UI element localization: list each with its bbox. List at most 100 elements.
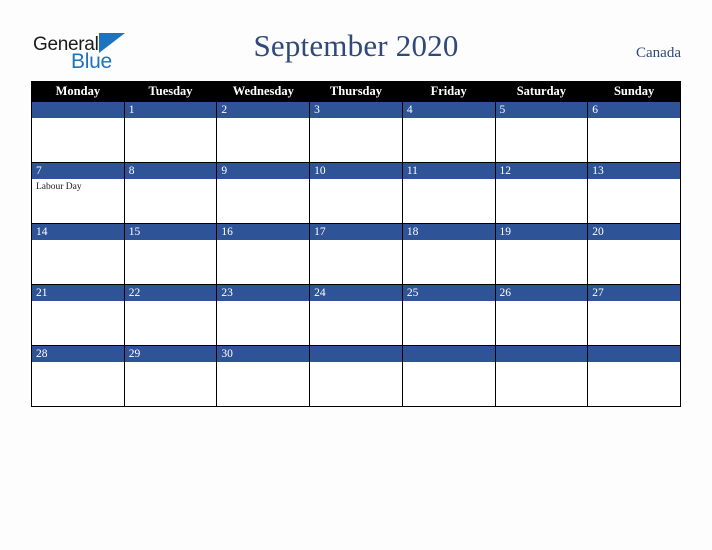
day-cell[interactable]: 14: [31, 223, 125, 285]
day-cell[interactable]: [494, 345, 589, 407]
day-cell[interactable]: 4: [401, 101, 496, 163]
calendar-week-row: 28 29 30: [31, 345, 681, 407]
day-events[interactable]: [403, 179, 495, 223]
day-number: 20: [588, 224, 680, 240]
day-cell[interactable]: 17: [309, 223, 403, 285]
day-cell[interactable]: 10: [309, 162, 403, 224]
day-cell[interactable]: 18: [401, 223, 496, 285]
day-event-label: Labour Day: [36, 182, 82, 192]
day-events[interactable]: [32, 118, 124, 162]
day-events[interactable]: [217, 179, 309, 223]
day-events[interactable]: [310, 301, 402, 345]
day-events[interactable]: [125, 118, 217, 162]
day-cell[interactable]: 11: [401, 162, 496, 224]
weekday-header-sunday: Sunday: [587, 81, 681, 102]
day-cell[interactable]: 24: [309, 284, 403, 346]
day-events[interactable]: [496, 301, 588, 345]
day-cell[interactable]: 1: [123, 101, 218, 163]
day-events[interactable]: [588, 301, 680, 345]
day-events[interactable]: [217, 118, 309, 162]
day-cell[interactable]: 26: [494, 284, 589, 346]
calendar-week-row: 14 15 16 17 18 19 20: [31, 223, 681, 285]
day-cell[interactable]: 9: [216, 162, 311, 224]
day-events[interactable]: [125, 179, 217, 223]
day-cell[interactable]: 7 Labour Day: [31, 162, 125, 224]
day-number: 24: [310, 285, 402, 301]
day-number: 7: [32, 163, 124, 179]
day-number: [495, 346, 588, 362]
day-cell[interactable]: 6: [587, 101, 681, 163]
country-label: Canada: [636, 45, 681, 61]
day-events[interactable]: [125, 362, 217, 406]
day-number: [310, 346, 402, 362]
day-cell[interactable]: 21: [31, 284, 125, 346]
weekday-header-tuesday: Tuesday: [123, 81, 218, 102]
day-events[interactable]: [403, 240, 495, 284]
page-header: General Blue September 2020 Canada: [0, 0, 712, 80]
weekday-header-friday: Friday: [401, 81, 496, 102]
day-cell[interactable]: 15: [123, 223, 218, 285]
day-cell[interactable]: [587, 345, 681, 407]
day-events[interactable]: [125, 240, 217, 284]
day-events[interactable]: Labour Day: [32, 179, 124, 223]
day-number: 8: [124, 163, 217, 179]
day-cell[interactable]: 2: [216, 101, 311, 163]
day-cell[interactable]: 23: [216, 284, 311, 346]
day-number: 14: [32, 224, 124, 240]
day-events[interactable]: [588, 118, 680, 162]
day-events[interactable]: [217, 362, 309, 406]
day-cell[interactable]: 16: [216, 223, 311, 285]
day-events[interactable]: [588, 240, 680, 284]
day-events[interactable]: [217, 301, 309, 345]
day-events[interactable]: [32, 301, 124, 345]
day-number: 3: [310, 102, 402, 118]
day-events[interactable]: [310, 240, 402, 284]
day-cell[interactable]: 27: [587, 284, 681, 346]
day-cell[interactable]: 22: [123, 284, 218, 346]
day-cell[interactable]: [401, 345, 496, 407]
day-number: 13: [588, 163, 680, 179]
day-cell[interactable]: [31, 101, 125, 163]
day-events[interactable]: [32, 240, 124, 284]
calendar-week-row: 21 22 23 24 25 26 27: [31, 284, 681, 346]
weekday-header-saturday: Saturday: [494, 81, 589, 102]
day-events[interactable]: [403, 301, 495, 345]
day-events[interactable]: [496, 179, 588, 223]
day-cell[interactable]: [309, 345, 403, 407]
day-events[interactable]: [403, 362, 495, 406]
day-events[interactable]: [217, 240, 309, 284]
day-events[interactable]: [310, 118, 402, 162]
day-number: 10: [310, 163, 402, 179]
day-cell[interactable]: 3: [309, 101, 403, 163]
day-number: 28: [32, 346, 124, 362]
day-number: [32, 102, 124, 118]
day-events[interactable]: [496, 240, 588, 284]
day-events[interactable]: [496, 118, 588, 162]
day-cell[interactable]: 30: [216, 345, 311, 407]
day-cell[interactable]: 12: [494, 162, 589, 224]
day-events[interactable]: [403, 118, 495, 162]
day-number: 30: [217, 346, 310, 362]
day-cell[interactable]: 5: [494, 101, 589, 163]
day-cell[interactable]: 13: [587, 162, 681, 224]
day-number: 18: [402, 224, 495, 240]
day-events[interactable]: [125, 301, 217, 345]
day-number: [402, 346, 495, 362]
weekday-header-monday: Monday: [31, 81, 125, 102]
day-cell[interactable]: 28: [31, 345, 125, 407]
day-events[interactable]: [310, 362, 402, 406]
day-cell[interactable]: 25: [401, 284, 496, 346]
day-events[interactable]: [310, 179, 402, 223]
day-cell[interactable]: 19: [494, 223, 589, 285]
day-cell[interactable]: 20: [587, 223, 681, 285]
day-events[interactable]: [496, 362, 588, 406]
day-events[interactable]: [588, 362, 680, 406]
day-cell[interactable]: 29: [123, 345, 218, 407]
day-number: 4: [402, 102, 495, 118]
day-events[interactable]: [32, 362, 124, 406]
calendar-week-row: 7 Labour Day 8 9 10 11 12 13: [31, 162, 681, 224]
day-cell[interactable]: 8: [123, 162, 218, 224]
day-number: 16: [217, 224, 310, 240]
day-events[interactable]: [588, 179, 680, 223]
day-number: 6: [588, 102, 680, 118]
